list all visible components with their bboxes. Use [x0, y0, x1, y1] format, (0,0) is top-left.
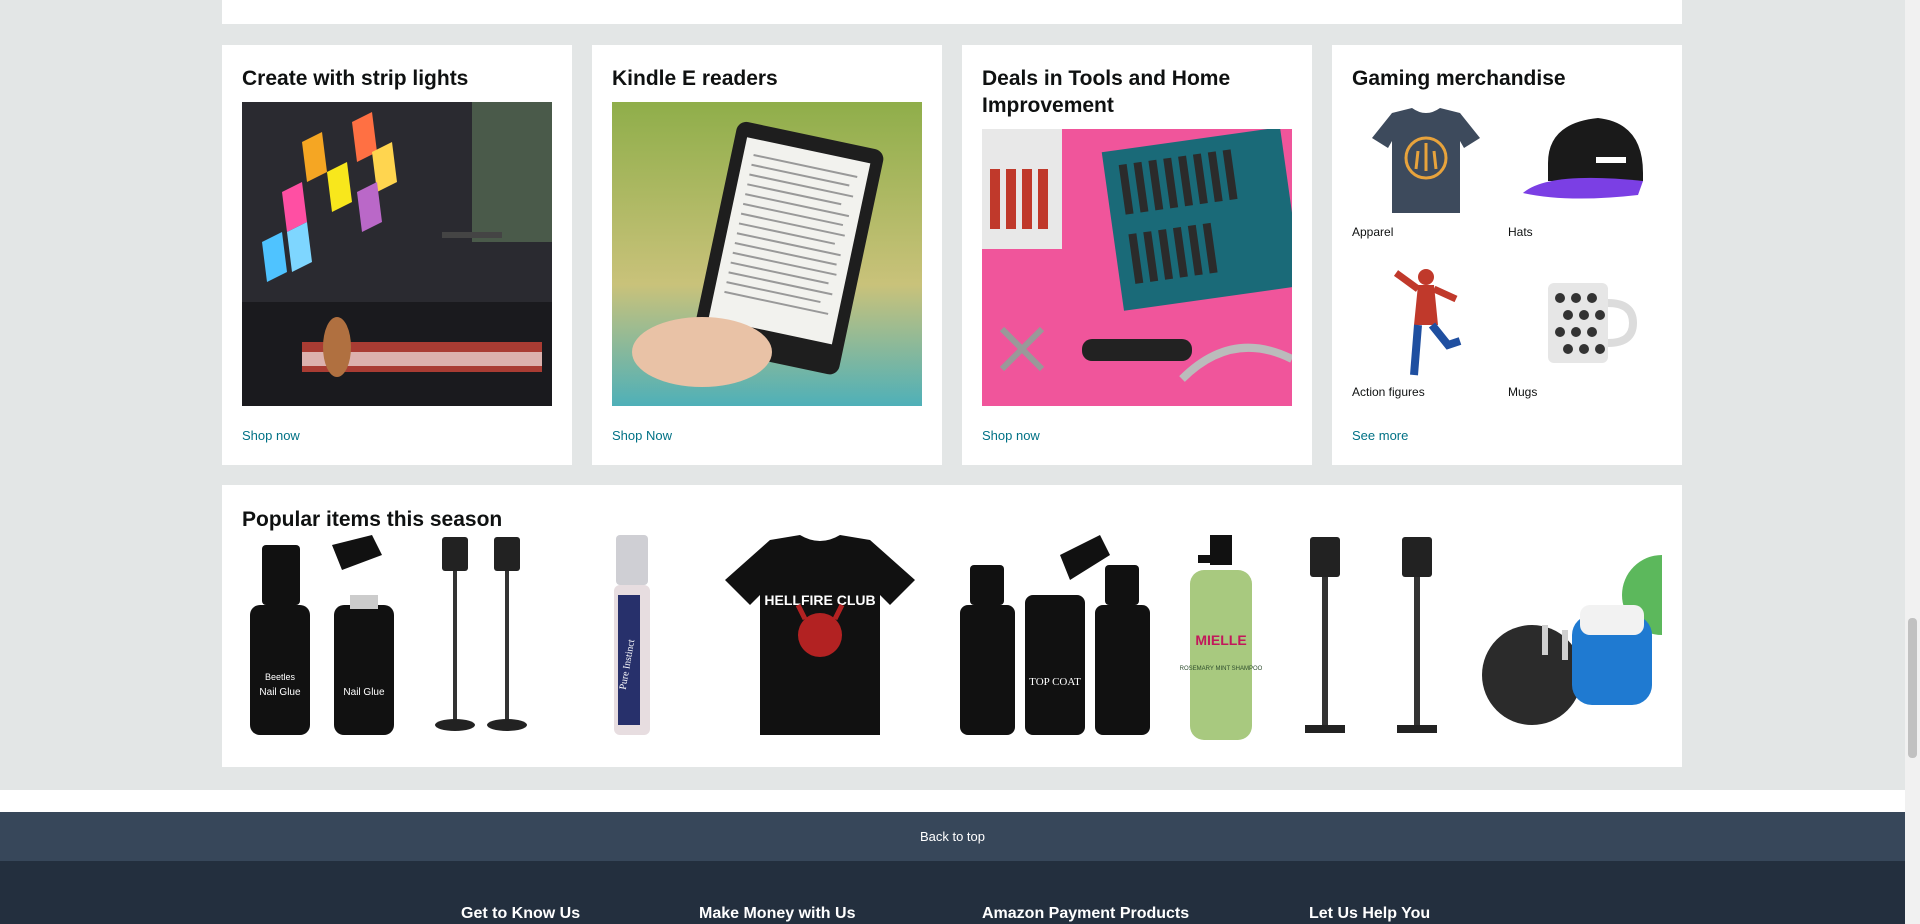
footer-heading-make-money: Make Money with Us — [699, 905, 856, 922]
card-title: Deals in Tools and Home Improvement — [982, 67, 1231, 117]
shampoo-text: ROSEMARY MINT SHAMPOO — [1180, 666, 1263, 672]
tools-image[interactable] — [982, 129, 1292, 406]
apparel-image — [1352, 103, 1500, 221]
hats-label: Hats — [1508, 225, 1533, 239]
apparel-label: Apparel — [1352, 225, 1394, 239]
hats-tile[interactable]: Hats — [1508, 103, 1656, 239]
back-to-top-button[interactable]: Back to top — [0, 812, 1905, 861]
product-travel-adapter[interactable] — [1472, 535, 1662, 741]
action-figures-label: Action figures — [1352, 385, 1425, 399]
popular-carousel: Beetles Nail Glue Nail Glue Pure Instinc… — [242, 535, 1662, 741]
product-speaker-stands[interactable] — [432, 535, 542, 741]
footer-heading-get-to-know-us: Get to Know Us — [461, 905, 581, 922]
product-perfume-roller[interactable]: Pure Instinct — [602, 535, 662, 741]
mugs-tile[interactable]: Mugs — [1508, 263, 1656, 399]
mugs-image — [1508, 263, 1656, 381]
nail-glue-text: Nail Glue — [259, 687, 301, 698]
hats-image — [1508, 103, 1656, 221]
shop-now-link[interactable]: Shop now — [242, 428, 300, 443]
section-title: Popular items this season — [242, 508, 503, 531]
nail-glue-text-2: Nail Glue — [343, 687, 385, 698]
kindle-image[interactable] — [612, 102, 922, 406]
action-figures-image — [1352, 263, 1500, 381]
action-figures-tile[interactable]: Action figures — [1352, 263, 1500, 399]
product-hellfire-tshirt[interactable]: HELLFIRE CLUB — [720, 535, 920, 741]
footer: Get to Know Us Make Money with Us Amazon… — [0, 861, 1905, 924]
popular-items-section: Popular items this season Beetles Nail G… — [222, 485, 1682, 767]
card-strip-lights: Create with strip lights Shop now — [222, 45, 572, 465]
page-scrollbar[interactable] — [1905, 0, 1920, 924]
footer-heading-payment-products: Amazon Payment Products — [982, 905, 1190, 922]
product-nail-glue[interactable]: Beetles Nail Glue Nail Glue — [242, 535, 402, 741]
scrollbar-thumb[interactable] — [1908, 618, 1917, 758]
strip-lights-image[interactable] — [242, 102, 552, 406]
card-gaming-merch: Gaming merchandise Apparel Hats Action f… — [1332, 45, 1682, 465]
nail-glue-brand: Beetles — [265, 672, 296, 682]
gel-polish-text: TOP COAT — [1029, 676, 1081, 688]
shop-now-link[interactable]: Shop Now — [612, 428, 672, 443]
card-title: Gaming merchandise — [1352, 67, 1566, 90]
see-more-link[interactable]: See more — [1352, 428, 1408, 443]
tshirt-text: HELLFIRE CLUB — [764, 592, 875, 608]
mugs-label: Mugs — [1508, 385, 1538, 399]
product-speaker-stands-2[interactable] — [1290, 535, 1450, 741]
footer-heading-help: Let Us Help You — [1309, 905, 1431, 922]
card-title: Kindle E readers — [612, 67, 778, 90]
previous-row-bottom — [222, 0, 1682, 24]
shampoo-brand: MIELLE — [1195, 632, 1246, 648]
card-kindle: Kindle E readers Shop Now — [592, 45, 942, 465]
card-tools: Deals in Tools and Home Improvement Shop… — [962, 45, 1312, 465]
apparel-tile[interactable]: Apparel — [1352, 103, 1500, 239]
shop-now-link[interactable]: Shop now — [982, 428, 1040, 443]
card-title: Create with strip lights — [242, 67, 469, 90]
product-shampoo[interactable]: MIELLE ROSEMARY MINT SHAMPOO — [1170, 535, 1270, 741]
product-gel-polish-set[interactable]: TOP COAT — [950, 535, 1150, 741]
gaming-grid: Apparel Hats Action figures Mugs — [1352, 103, 1668, 403]
footer-gap — [0, 790, 1905, 812]
